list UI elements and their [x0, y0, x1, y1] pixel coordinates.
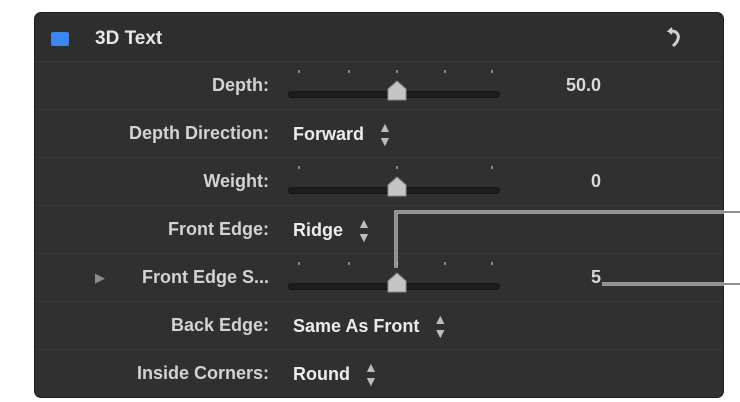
depth-value[interactable]: 50.0 — [531, 75, 601, 96]
inspector-panel: 3D Text Depth: 50.0 Depth Direction: For… — [34, 12, 724, 398]
slider-thumb[interactable] — [386, 80, 408, 102]
row-depth-direction: Depth Direction: Forward ▲ ▼ — [35, 109, 723, 158]
undo-arrow-icon[interactable] — [663, 27, 685, 47]
depth-label: Depth: — [212, 75, 269, 95]
back-edge-popup[interactable]: Same As Front ▲ ▼ — [293, 312, 447, 340]
up-down-arrows-icon: ▲ ▼ — [363, 359, 378, 389]
front-edge-label: Front Edge: — [168, 219, 269, 239]
up-down-arrows-icon: ▲ ▼ — [378, 119, 392, 149]
front-edge-size-label: Front Edge S... — [141, 267, 269, 287]
back-edge-label: Back Edge: — [170, 315, 269, 335]
depth-direction-popup[interactable]: Forward ▲ ▼ — [293, 120, 392, 148]
depth-slider[interactable] — [288, 62, 504, 110]
up-down-arrows-icon: ▲ ▼ — [433, 311, 448, 341]
front-edge-size-slider[interactable] — [288, 254, 504, 302]
disclosure-triangle-icon[interactable]: ▶ — [95, 270, 105, 286]
front-edge-value: Ridge — [293, 219, 344, 240]
section-header: 3D Text — [35, 13, 723, 62]
weight-slider[interactable] — [288, 158, 504, 206]
inside-corners-label: Inside Corners: — [136, 363, 269, 383]
row-front-edge: Front Edge: Ridge ▲ ▼ — [35, 205, 723, 254]
inside-corners-value: Round — [293, 363, 350, 384]
row-weight: Weight: 0 — [35, 157, 723, 206]
back-edge-value: Same As Front — [293, 315, 420, 336]
front-edge-size-value[interactable]: 5 — [531, 267, 601, 288]
row-front-edge-size: ▶ Front Edge S... 5 — [35, 253, 723, 302]
section-title: 3D Text — [95, 28, 163, 49]
inside-corners-popup[interactable]: Round ▲ ▼ — [293, 360, 378, 388]
slider-thumb[interactable] — [386, 272, 408, 294]
weight-label: Weight: — [203, 171, 269, 191]
up-down-arrows-icon: ▲ ▼ — [357, 215, 371, 245]
row-back-edge: Back Edge: Same As Front ▲ ▼ — [35, 301, 723, 350]
row-inside-corners: Inside Corners: Round ▲ ▼ — [35, 349, 723, 397]
depth-direction-value: Forward — [293, 123, 365, 144]
depth-direction-label: Depth Direction: — [128, 123, 269, 143]
row-depth: Depth: 50.0 — [35, 61, 723, 110]
slider-thumb[interactable] — [386, 176, 408, 198]
enable-checkbox[interactable] — [51, 32, 69, 46]
weight-value[interactable]: 0 — [531, 171, 601, 192]
front-edge-popup[interactable]: Ridge ▲ ▼ — [293, 216, 371, 244]
